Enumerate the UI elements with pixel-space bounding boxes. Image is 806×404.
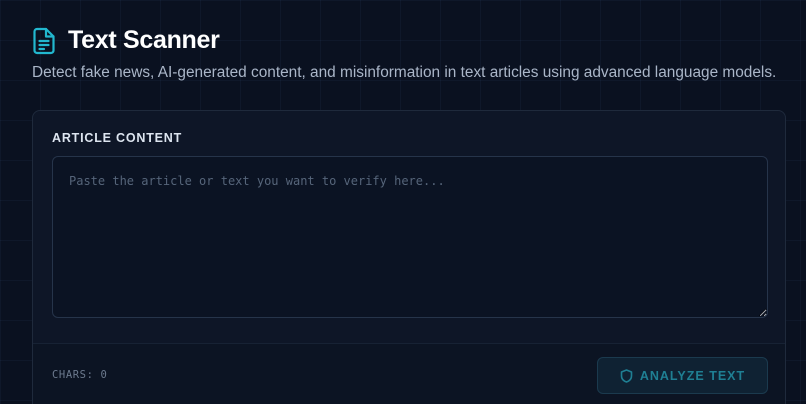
article-text-input[interactable] [52,156,768,318]
article-content-label: ARTICLE CONTENT [52,131,183,145]
page-subtitle: Detect fake news, AI-generated content, … [32,64,777,81]
card-footer: CHARS: 0 ANALYZE TEXT [33,343,785,404]
shield-icon [620,368,633,383]
analyze-text-button[interactable]: ANALYZE TEXT [597,357,768,394]
char-count: CHARS: 0 [52,369,108,381]
page-header: Text Scanner [32,26,220,55]
scanner-card: ARTICLE CONTENT CHARS: 0 ANALYZE TEXT [32,110,786,404]
analyze-text-label: ANALYZE TEXT [639,368,746,383]
page-title: Text Scanner [68,26,220,54]
document-icon [32,27,56,55]
